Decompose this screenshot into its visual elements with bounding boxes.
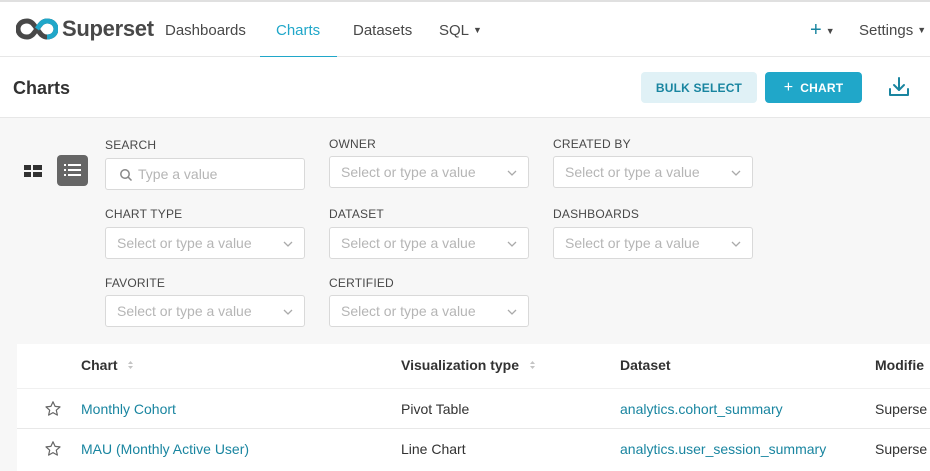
new-menu[interactable]: + ▼ <box>810 19 835 42</box>
search-icon <box>120 169 133 182</box>
brand-logo[interactable]: Superset <box>16 16 154 42</box>
nav-dashboards[interactable]: Dashboards <box>165 22 246 39</box>
chevron-down-icon <box>731 241 741 247</box>
star-outline-icon[interactable] <box>44 440 62 458</box>
nav-charts-label: Charts <box>276 22 321 39</box>
nav-datasets[interactable]: Datasets <box>353 22 412 39</box>
certified-placeholder: Select or type a value <box>341 303 476 319</box>
chevron-down-icon <box>507 241 517 247</box>
nav-charts[interactable]: Charts <box>276 22 320 39</box>
chart-type-placeholder: Select or type a value <box>117 235 252 251</box>
page-header: Charts BULK SELECT + CHART <box>0 57 930 118</box>
top-navbar: Superset Dashboards Charts Datasets SQL ▼… <box>0 0 930 58</box>
caret-down-icon: ▼ <box>473 25 482 35</box>
bulk-select-button[interactable]: BULK SELECT <box>641 72 757 103</box>
dashboards-placeholder: Select or type a value <box>565 235 700 251</box>
dataset-select[interactable]: Select or type a value <box>329 227 529 259</box>
chevron-down-icon <box>283 241 293 247</box>
modified-by-cell: Superse <box>875 401 928 417</box>
column-header-viz-type[interactable]: Visualization type <box>401 357 536 373</box>
nav-sql-menu[interactable]: SQL ▼ <box>439 22 482 39</box>
dataset-link[interactable]: analytics.cohort_summary <box>620 401 783 417</box>
column-header-viz-type-label: Visualization type <box>401 357 519 373</box>
caret-down-icon: ▼ <box>825 26 835 36</box>
settings-label: Settings <box>859 22 914 39</box>
column-header-modified-by[interactable]: Modifie <box>875 357 924 373</box>
chevron-down-icon <box>731 170 741 176</box>
list-icon <box>64 164 81 176</box>
viz-type-cell: Pivot Table <box>401 401 470 417</box>
caret-down-icon: ▼ <box>917 25 927 35</box>
nav-dashboards-label: Dashboards <box>165 22 246 39</box>
chevron-down-icon <box>283 309 293 315</box>
plus-icon: + <box>783 78 794 96</box>
nav-datasets-label: Datasets <box>353 22 413 39</box>
nav-sql-label: SQL <box>439 22 470 39</box>
owner-filter-label: OWNER <box>329 137 376 151</box>
list-view-toggle[interactable] <box>57 155 88 186</box>
add-chart-button[interactable]: + CHART <box>765 72 862 103</box>
owner-select[interactable]: Select or type a value <box>329 156 529 188</box>
sort-icon <box>128 361 134 369</box>
certified-filter-label: CERTIFIED <box>329 276 394 290</box>
favorite-placeholder: Select or type a value <box>117 303 252 319</box>
dataset-filter-label: DATASET <box>329 207 384 221</box>
plus-icon: + <box>810 19 822 41</box>
modified-by-cell: Superse <box>875 441 928 457</box>
search-placeholder: Type a value <box>138 166 218 182</box>
dashboards-filter-label: DASHBOARDS <box>553 207 640 221</box>
dataset-placeholder: Select or type a value <box>341 235 476 251</box>
charts-table: Chart Visualization type Dataset Modifie… <box>17 344 930 471</box>
table-row: MAU (Monthly Active User) Line Chart ana… <box>17 428 930 469</box>
created-by-select[interactable]: Select or type a value <box>553 156 753 188</box>
chevron-down-icon <box>507 309 517 315</box>
superset-infinity-icon <box>16 18 58 40</box>
grid-icon <box>24 165 42 177</box>
download-icon[interactable] <box>888 76 910 103</box>
certified-select[interactable]: Select or type a value <box>329 295 529 327</box>
card-view-toggle[interactable] <box>20 158 46 184</box>
settings-menu[interactable]: Settings ▼ <box>859 22 926 39</box>
chart-type-select[interactable]: Select or type a value <box>105 227 305 259</box>
column-header-chart[interactable]: Chart <box>81 357 134 373</box>
chart-type-filter-label: CHART TYPE <box>105 207 183 221</box>
add-chart-label: CHART <box>800 80 844 95</box>
favorite-select[interactable]: Select or type a value <box>105 295 305 327</box>
dataset-link[interactable]: analytics.user_session_summary <box>620 441 826 457</box>
brand-name: Superset <box>62 16 154 41</box>
search-filter-label: SEARCH <box>105 138 157 152</box>
column-header-dataset[interactable]: Dataset <box>620 357 671 373</box>
chart-name-link[interactable]: Monthly Cohort <box>81 401 176 417</box>
created-by-placeholder: Select or type a value <box>565 164 700 180</box>
star-outline-icon[interactable] <box>44 400 62 418</box>
chart-name-link[interactable]: MAU (Monthly Active User) <box>81 441 249 457</box>
chevron-down-icon <box>507 170 517 176</box>
page-title: Charts <box>13 78 71 98</box>
favorite-filter-label: FAVORITE <box>105 276 166 290</box>
owner-placeholder: Select or type a value <box>341 164 476 180</box>
created-by-filter-label: CREATED BY <box>553 137 631 151</box>
table-row: Monthly Cohort Pivot Table analytics.coh… <box>17 388 930 429</box>
dashboards-select[interactable]: Select or type a value <box>553 227 753 259</box>
sort-icon <box>529 361 535 369</box>
search-input[interactable]: Type a value <box>105 158 305 190</box>
column-header-chart-label: Chart <box>81 357 118 373</box>
viz-type-cell: Line Chart <box>401 441 466 457</box>
